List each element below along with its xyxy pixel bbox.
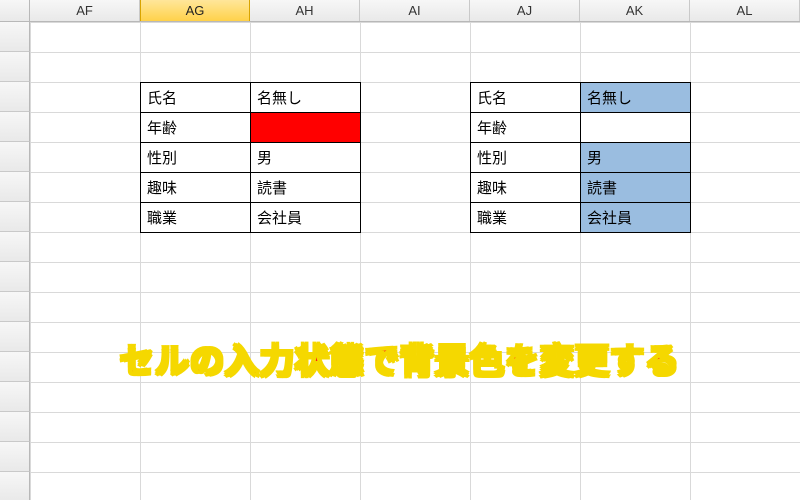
data-table-left: 氏名 名無し 年齢 性別 男 趣味 読書 職業 会社員 — [140, 82, 361, 233]
table-row: 趣味 読書 — [141, 173, 361, 203]
cell-value[interactable]: 男 — [251, 143, 361, 173]
cell-label[interactable]: 趣味 — [141, 173, 251, 203]
table-row: 趣味 読書 — [471, 173, 691, 203]
spreadsheet-area: AF AG AH AI AJ AK AL 氏名 名無し 年齢 性別 男 趣味 — [0, 0, 800, 500]
col-header-AL[interactable]: AL — [690, 0, 800, 21]
row-header[interactable] — [0, 82, 30, 112]
caption-text: セルの入力状態で背景色を変更する — [0, 334, 800, 383]
row-header[interactable] — [0, 262, 30, 292]
column-headers-row: AF AG AH AI AJ AK AL — [0, 0, 800, 22]
cell-label[interactable]: 趣味 — [471, 173, 581, 203]
row-header[interactable] — [0, 292, 30, 322]
cell-label[interactable]: 職業 — [471, 203, 581, 233]
row-header[interactable] — [0, 232, 30, 262]
cell-value-filled-highlight[interactable]: 会社員 — [581, 203, 691, 233]
cell-value[interactable]: 名無し — [251, 83, 361, 113]
cell-label[interactable]: 職業 — [141, 203, 251, 233]
row-header[interactable] — [0, 442, 30, 472]
cell-value-filled-highlight[interactable]: 男 — [581, 143, 691, 173]
cell-value-filled-highlight[interactable]: 読書 — [581, 173, 691, 203]
table-row: 職業 会社員 — [141, 203, 361, 233]
row-header[interactable] — [0, 52, 30, 82]
cell-label[interactable]: 氏名 — [141, 83, 251, 113]
cell-label[interactable]: 年齢 — [141, 113, 251, 143]
row-header[interactable] — [0, 142, 30, 172]
cell-value-empty-highlight[interactable] — [251, 113, 361, 143]
grid-body[interactable]: 氏名 名無し 年齢 性別 男 趣味 読書 職業 会社員 氏名 — [0, 22, 800, 500]
col-header-AJ[interactable]: AJ — [470, 0, 580, 21]
table-row: 職業 会社員 — [471, 203, 691, 233]
cell-label[interactable]: 性別 — [141, 143, 251, 173]
row-header[interactable] — [0, 172, 30, 202]
col-header-AK[interactable]: AK — [580, 0, 690, 21]
row-header[interactable] — [0, 382, 30, 412]
cell-value-filled-highlight[interactable]: 名無し — [581, 83, 691, 113]
table-row: 氏名 名無し — [141, 83, 361, 113]
col-header-AG[interactable]: AG — [140, 0, 250, 21]
table-row: 年齢 — [471, 113, 691, 143]
table-row: 年齢 — [141, 113, 361, 143]
row-header[interactable] — [0, 112, 30, 142]
data-table-right: 氏名 名無し 年齢 性別 男 趣味 読書 職業 会社員 — [470, 82, 691, 233]
col-header-AF[interactable]: AF — [30, 0, 140, 21]
cell-label[interactable]: 性別 — [471, 143, 581, 173]
row-header[interactable] — [0, 22, 30, 52]
table-row: 性別 男 — [471, 143, 691, 173]
select-all-corner[interactable] — [0, 0, 30, 21]
col-header-AI[interactable]: AI — [360, 0, 470, 21]
cell-value[interactable]: 会社員 — [251, 203, 361, 233]
col-header-AH[interactable]: AH — [250, 0, 360, 21]
cell-label[interactable]: 氏名 — [471, 83, 581, 113]
cell-value[interactable]: 読書 — [251, 173, 361, 203]
table-row: 性別 男 — [141, 143, 361, 173]
row-header[interactable] — [0, 472, 30, 500]
table-row: 氏名 名無し — [471, 83, 691, 113]
cell-label[interactable]: 年齢 — [471, 113, 581, 143]
cell-value[interactable] — [581, 113, 691, 143]
row-header[interactable] — [0, 412, 30, 442]
row-header[interactable] — [0, 202, 30, 232]
